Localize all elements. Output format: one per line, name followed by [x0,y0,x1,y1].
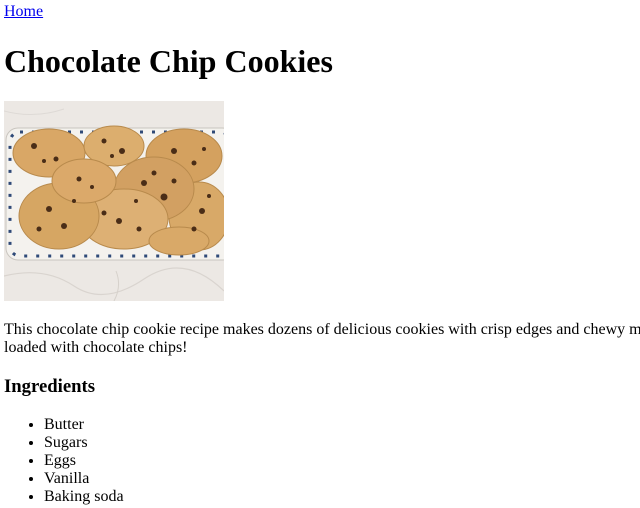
ingredients-list: Butter Sugars Eggs Vanilla Baking soda [4,416,124,506]
cookie-photo [4,101,224,301]
ingredient-item: Vanilla [44,470,124,488]
ingredient-item: Baking soda [44,488,124,506]
ingredient-item: Butter [44,416,124,434]
recipe-title: Chocolate Chip Cookies [4,43,333,79]
recipe-description: This chocolate chip cookie recipe makes … [4,321,640,357]
ingredients-heading: Ingredients [4,376,96,397]
recipe-page: Home Chocolate Chip Cookies This chocola… [0,0,640,508]
home-link[interactable]: Home [4,3,43,21]
description-line: This chocolate chip cookie recipe makes … [4,321,640,338]
description-line: loaded with chocolate chips! [4,339,188,356]
ingredient-item: Eggs [44,452,124,470]
ingredient-item: Sugars [44,434,124,452]
